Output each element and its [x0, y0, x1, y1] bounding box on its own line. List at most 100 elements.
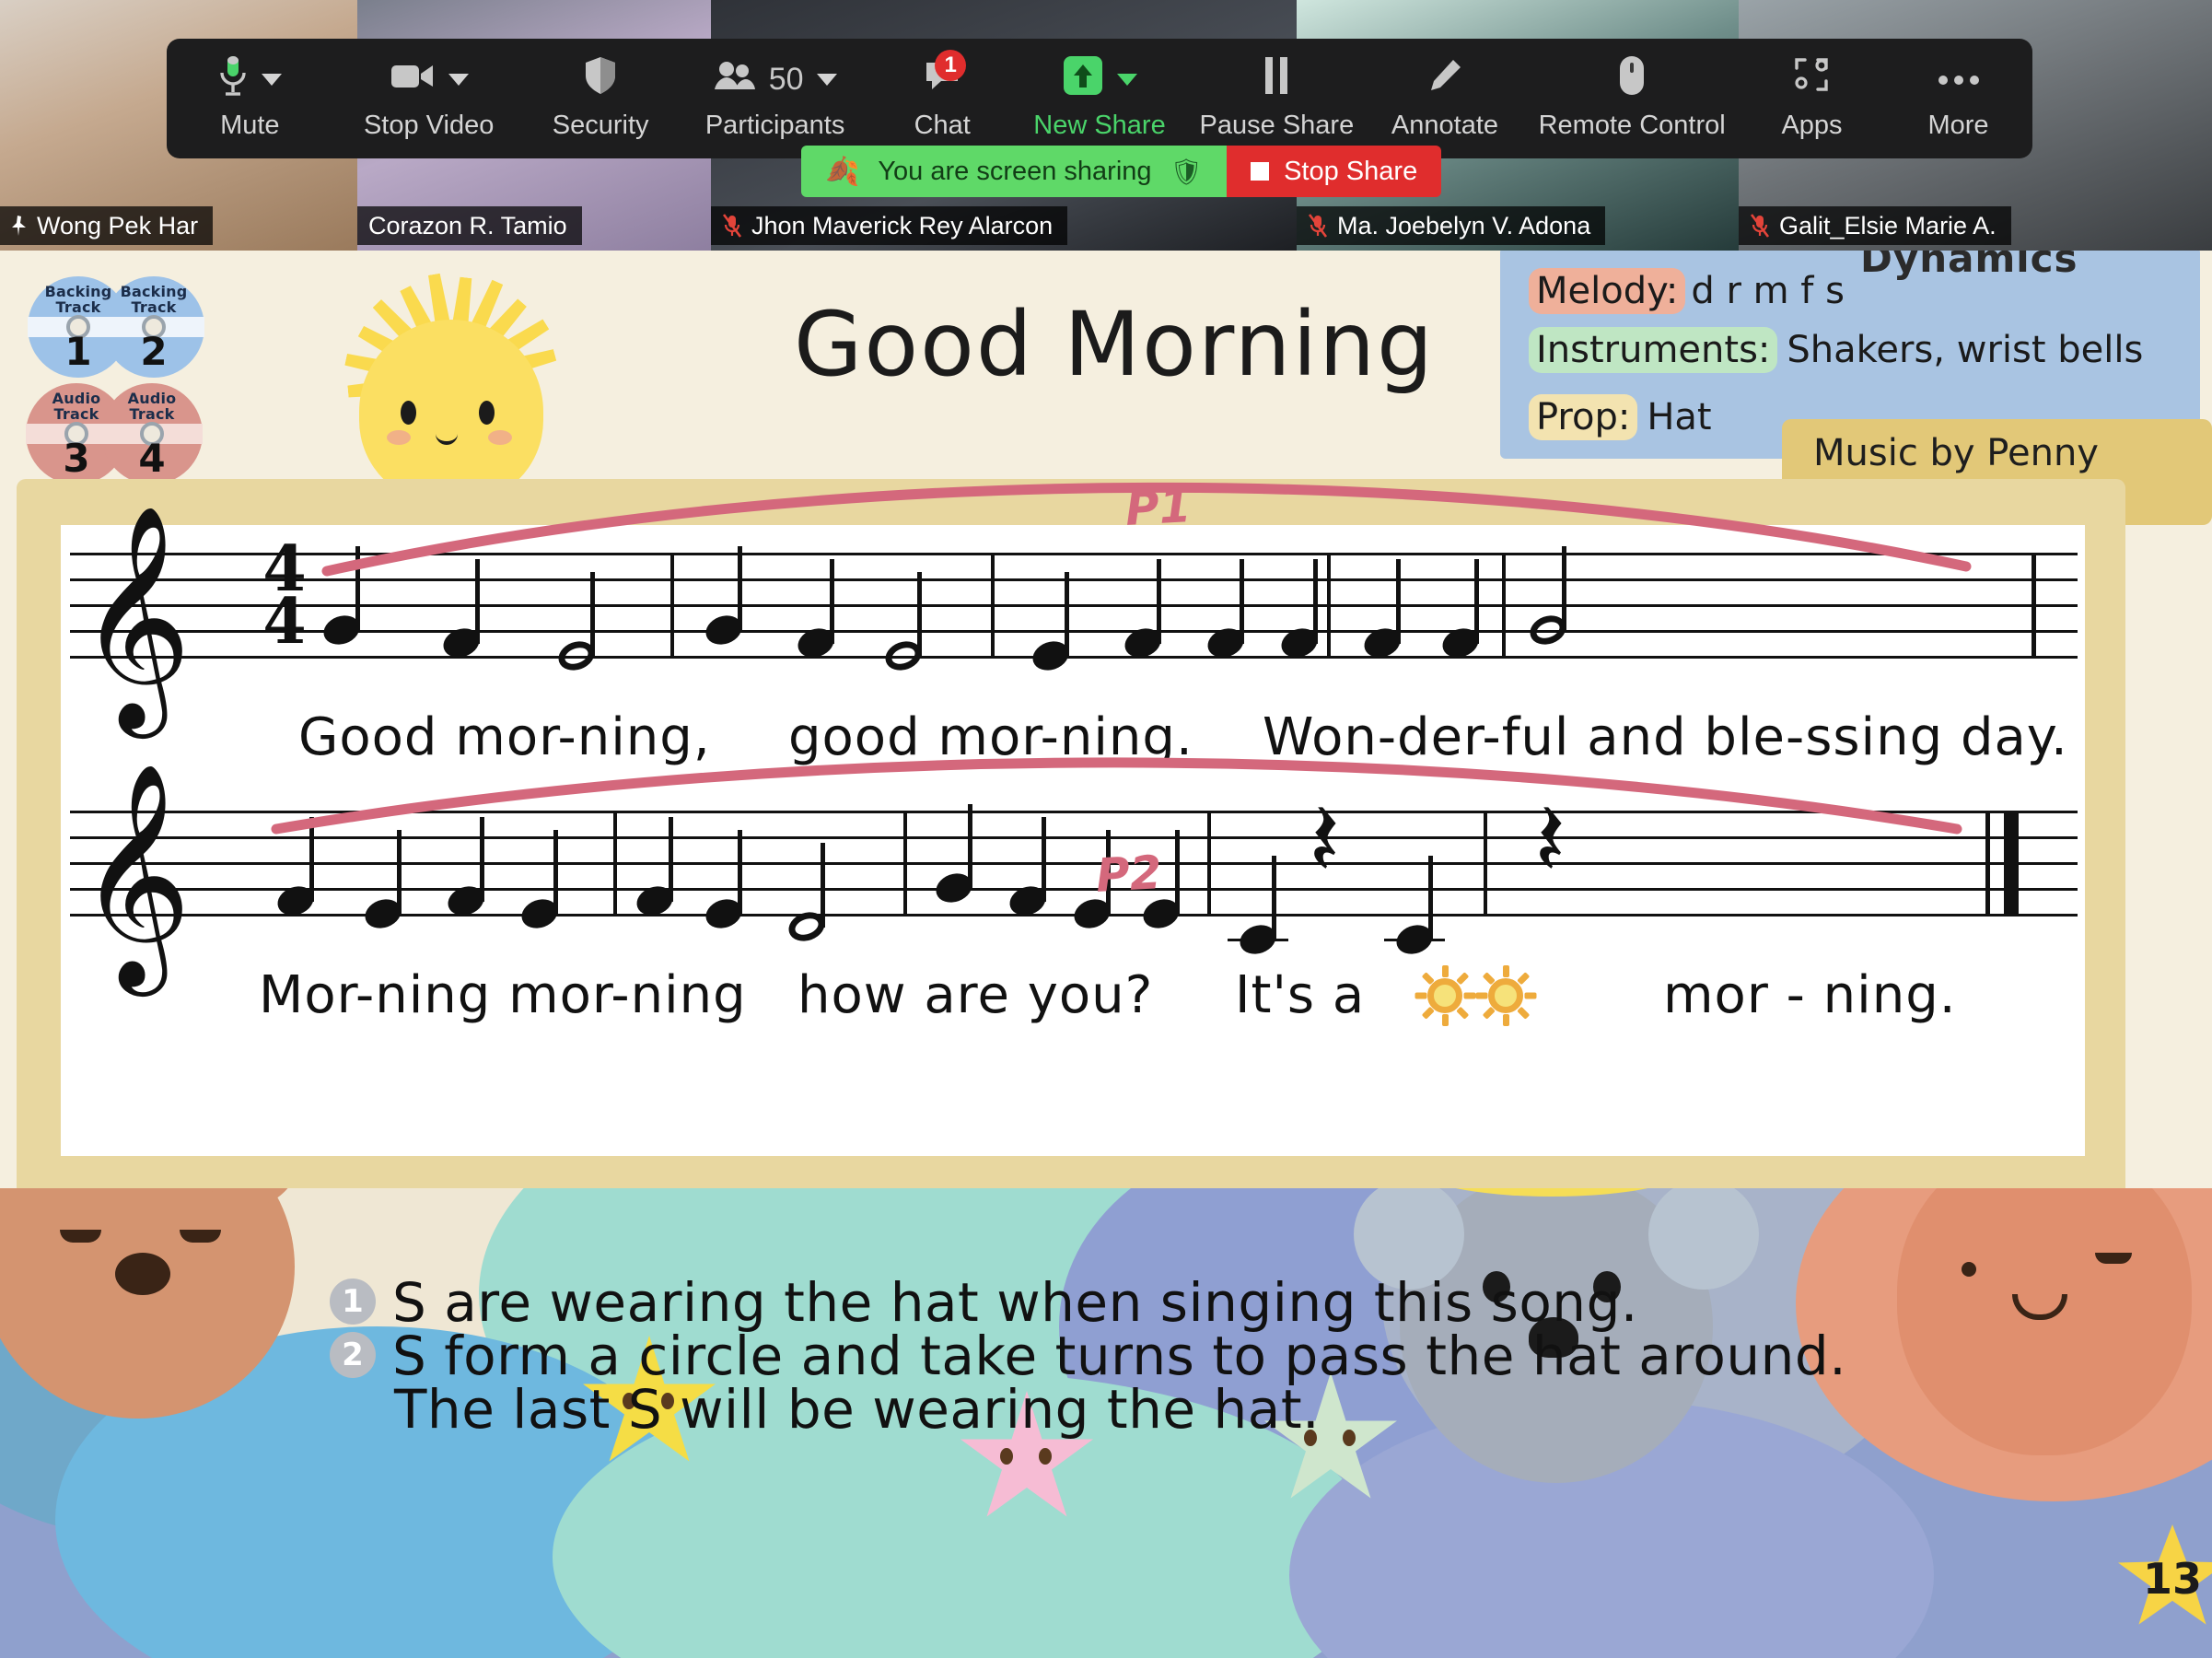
track-label: Backing Track	[120, 283, 188, 316]
screen-share-status-bar: 🍂 You are screen sharing 🛡 Stop Share	[801, 146, 1442, 197]
instructions-band: 1S are wearing the hat when singing this…	[0, 1188, 2212, 1658]
toolbar-label: New Share	[1033, 111, 1166, 140]
chevron-down-icon[interactable]	[262, 73, 283, 86]
sharing-status-text: You are screen sharing	[878, 156, 1152, 186]
track-button-2[interactable]: Backing Track 2	[103, 276, 204, 378]
participant-name: Wong Pek Har	[37, 211, 199, 239]
stop-share-button[interactable]: Stop Share	[1227, 146, 1442, 197]
chevron-down-icon[interactable]	[448, 73, 469, 86]
sun-glyph-icon	[1415, 965, 1476, 1026]
toolbar-apps-button[interactable]: Apps	[1740, 39, 1884, 158]
lyric-sun-ray	[1456, 972, 1470, 986]
chat-bubble-icon: 1	[924, 50, 967, 99]
muted-microphone-icon	[1750, 214, 1770, 238]
participant-name: Galit_Elsie Marie A.	[1779, 211, 1997, 239]
page-number: 13	[2142, 1554, 2202, 1604]
lyrics-staff2-segment-4: mor - ning.	[1663, 965, 1957, 1025]
note-stem	[1272, 856, 1276, 940]
toolbar-new-share-button[interactable]: New Share	[1011, 39, 1188, 158]
lyrics-staff1-segment-2: good mor-ning.	[788, 707, 1193, 767]
treble-clef-icon: 𝄞	[77, 503, 192, 729]
note-stem	[480, 817, 484, 902]
note-stem	[1175, 830, 1180, 915]
pin-icon	[11, 215, 28, 237]
toolbar-label: More	[1927, 111, 1989, 140]
toolbar-icon-group	[1426, 55, 1464, 103]
note-stem	[355, 546, 360, 631]
chevron-down-icon[interactable]	[1116, 73, 1137, 86]
lyric-sun-ray	[1442, 1014, 1449, 1026]
track-button-4[interactable]: Audio Track 4	[101, 383, 203, 485]
toolbar-label: Pause Share	[1199, 111, 1355, 140]
barline	[1502, 553, 1506, 656]
page-number-badge: 13	[2118, 1524, 2212, 1628]
toolbar-icon-group	[217, 53, 283, 105]
toolbar-icon-group	[390, 55, 469, 103]
melody-label: Melody:	[1529, 268, 1686, 314]
melody-value: d r m f s	[1691, 270, 1845, 312]
toolbar-chat-button[interactable]: 1 Chat	[874, 39, 1011, 158]
barline	[1484, 811, 1487, 914]
participant-namebar: Ma. Joebelyn V. Adona	[1297, 206, 1606, 245]
toolbar-icon-group	[1261, 55, 1292, 103]
participant-name: Corazon R. Tamio	[368, 211, 567, 239]
microphone-icon	[217, 53, 249, 105]
toolbar-mute-button[interactable]: Mute	[167, 39, 333, 158]
track-number: 2	[140, 329, 168, 374]
stop-share-label: Stop Share	[1284, 156, 1418, 186]
toolbar-stop-video-button[interactable]: Stop Video	[333, 39, 525, 158]
note-stem	[738, 546, 742, 631]
toolbar-label: Mute	[220, 111, 280, 140]
lyric-sun-ray	[1517, 972, 1531, 986]
toolbar-remote-control-button[interactable]: Remote Control	[1524, 39, 1740, 158]
note-stem	[1157, 559, 1161, 644]
instruction-number: 1	[330, 1279, 376, 1325]
prop-label: Prop:	[1529, 394, 1638, 440]
participant-count: 50	[768, 61, 804, 97]
participant-name: Jhon Maverick Rey Alarcon	[751, 211, 1054, 239]
toolbar-label: Annotate	[1391, 111, 1499, 140]
barline	[613, 811, 617, 914]
phrase-label-p2: P2	[1094, 846, 1163, 903]
time-signature: 4 4	[262, 532, 307, 660]
screen-sharing-status: 🍂 You are screen sharing 🛡	[801, 146, 1228, 197]
participant-namebar: Corazon R. Tamio	[357, 206, 582, 245]
note-stem	[590, 572, 595, 657]
quarter-rest: 𝄽	[1534, 780, 1566, 900]
shield-icon	[584, 55, 617, 103]
toolbar-pause-share-button[interactable]: Pause Share	[1188, 39, 1365, 158]
track-label: Audio Track	[127, 390, 177, 423]
note-stem	[475, 559, 480, 644]
quarter-rest: 𝄽	[1309, 780, 1341, 900]
barline-end-thick	[2004, 811, 2019, 914]
toolbar-security-button[interactable]: Security	[525, 39, 677, 158]
note-stem	[397, 830, 402, 915]
lyric-sun-ray	[1517, 1006, 1531, 1020]
toolbar-more-button[interactable]: More	[1884, 39, 2032, 158]
note-stem	[1474, 559, 1479, 644]
participant-name: Ma. Joebelyn V. Adona	[1337, 211, 1591, 239]
toolbar-label: Apps	[1781, 111, 1843, 140]
toolbar-annotate-button[interactable]: Annotate	[1366, 39, 1525, 158]
toolbar-icon-group	[584, 55, 617, 103]
lyric-sun-ray	[1415, 992, 1427, 999]
pencil-icon	[1426, 56, 1464, 102]
instruments-value: Shakers, wrist bells	[1787, 329, 2144, 371]
participant-namebar: Jhon Maverick Rey Alarcon	[711, 206, 1068, 245]
note-stem	[669, 817, 673, 902]
toolbar-icon-group	[1062, 55, 1137, 103]
note-stem	[968, 804, 972, 889]
toolbar-icon-group	[1792, 55, 1831, 103]
ledger-line	[1228, 939, 1288, 941]
chevron-down-icon[interactable]	[816, 73, 837, 86]
barline-end-thin	[1985, 811, 1990, 914]
lyric-sun-ray	[1456, 1006, 1470, 1020]
leaf-icon: 🍂	[825, 156, 860, 187]
toolbar-label: Stop Video	[363, 111, 495, 140]
toolbar-participants-button[interactable]: 50 Participants	[677, 39, 874, 158]
note-stem	[1396, 559, 1401, 644]
participant-namebar: Galit_Elsie Marie A.	[1739, 206, 2011, 245]
barline	[903, 811, 907, 914]
lyric-sun-ray	[1524, 992, 1537, 999]
prop-value: Hat	[1647, 396, 1712, 438]
